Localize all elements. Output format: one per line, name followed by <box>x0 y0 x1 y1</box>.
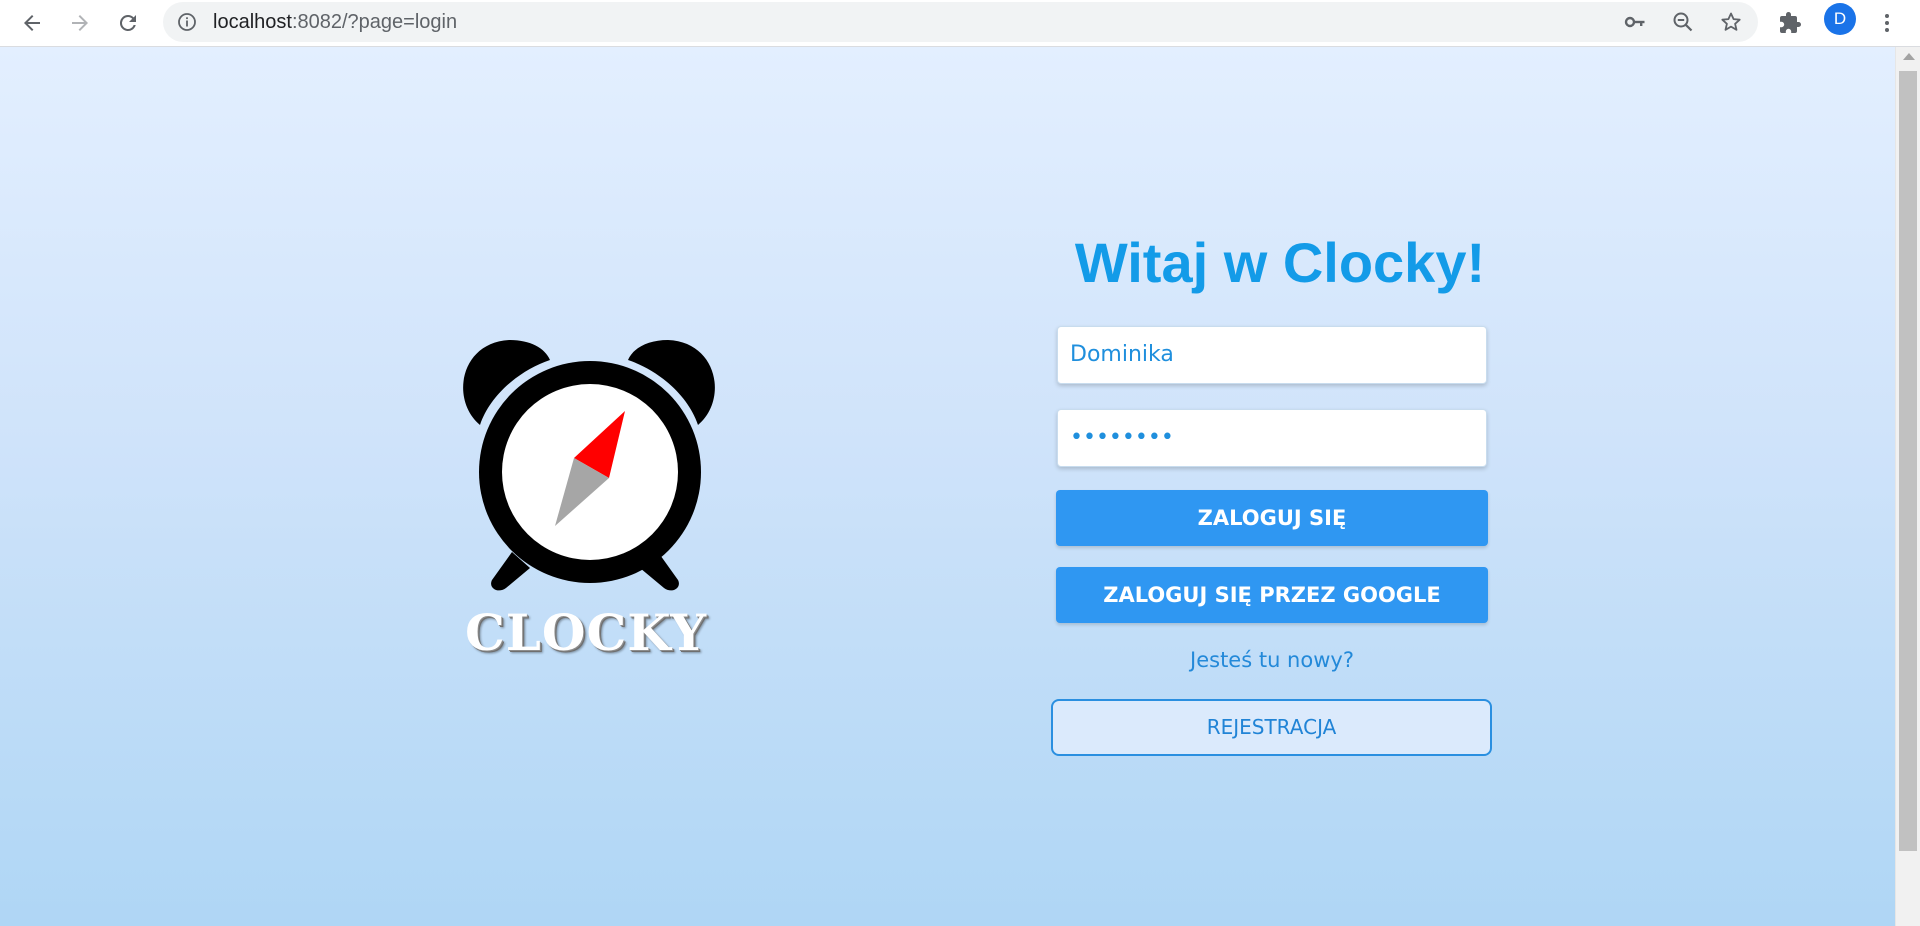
more-vert-icon[interactable] <box>1874 10 1900 36</box>
scroll-thumb[interactable] <box>1899 71 1917 851</box>
key-icon[interactable] <box>1623 10 1647 34</box>
scroll-up-arrow-icon[interactable] <box>1903 53 1915 60</box>
info-icon[interactable] <box>177 12 197 32</box>
username-input[interactable]: Dominika <box>1057 326 1487 384</box>
url-text: localhost:8082/?page=login <box>213 11 458 33</box>
page-title: Witaj w Clocky! <box>1074 231 1486 294</box>
avatar[interactable]: D <box>1824 3 1856 35</box>
logo-wordmark: CLOCKY <box>464 603 708 662</box>
google-login-button[interactable]: ZALOGUJ SIĘ PRZEZ GOOGLE <box>1056 567 1488 623</box>
reload-icon[interactable] <box>111 6 145 40</box>
register-button[interactable]: REJESTRACJA <box>1051 699 1492 756</box>
login-button[interactable]: ZALOGUJ SIĘ <box>1056 490 1488 546</box>
new-user-text: Jesteś tu nowy? <box>1190 648 1354 672</box>
password-input[interactable]: •••••••• <box>1057 409 1487 467</box>
forward-arrow-icon[interactable] <box>63 6 97 40</box>
star-icon[interactable] <box>1719 10 1743 34</box>
browser-toolbar: localhost:8082/?page=login D <box>0 0 1920 47</box>
back-arrow-icon[interactable] <box>15 6 49 40</box>
zoom-out-icon[interactable] <box>1671 10 1695 34</box>
address-bar[interactable]: localhost:8082/?page=login <box>163 2 1758 42</box>
page-background <box>0 47 1895 926</box>
vertical-scrollbar[interactable] <box>1895 47 1920 926</box>
extensions-icon[interactable] <box>1777 10 1803 36</box>
